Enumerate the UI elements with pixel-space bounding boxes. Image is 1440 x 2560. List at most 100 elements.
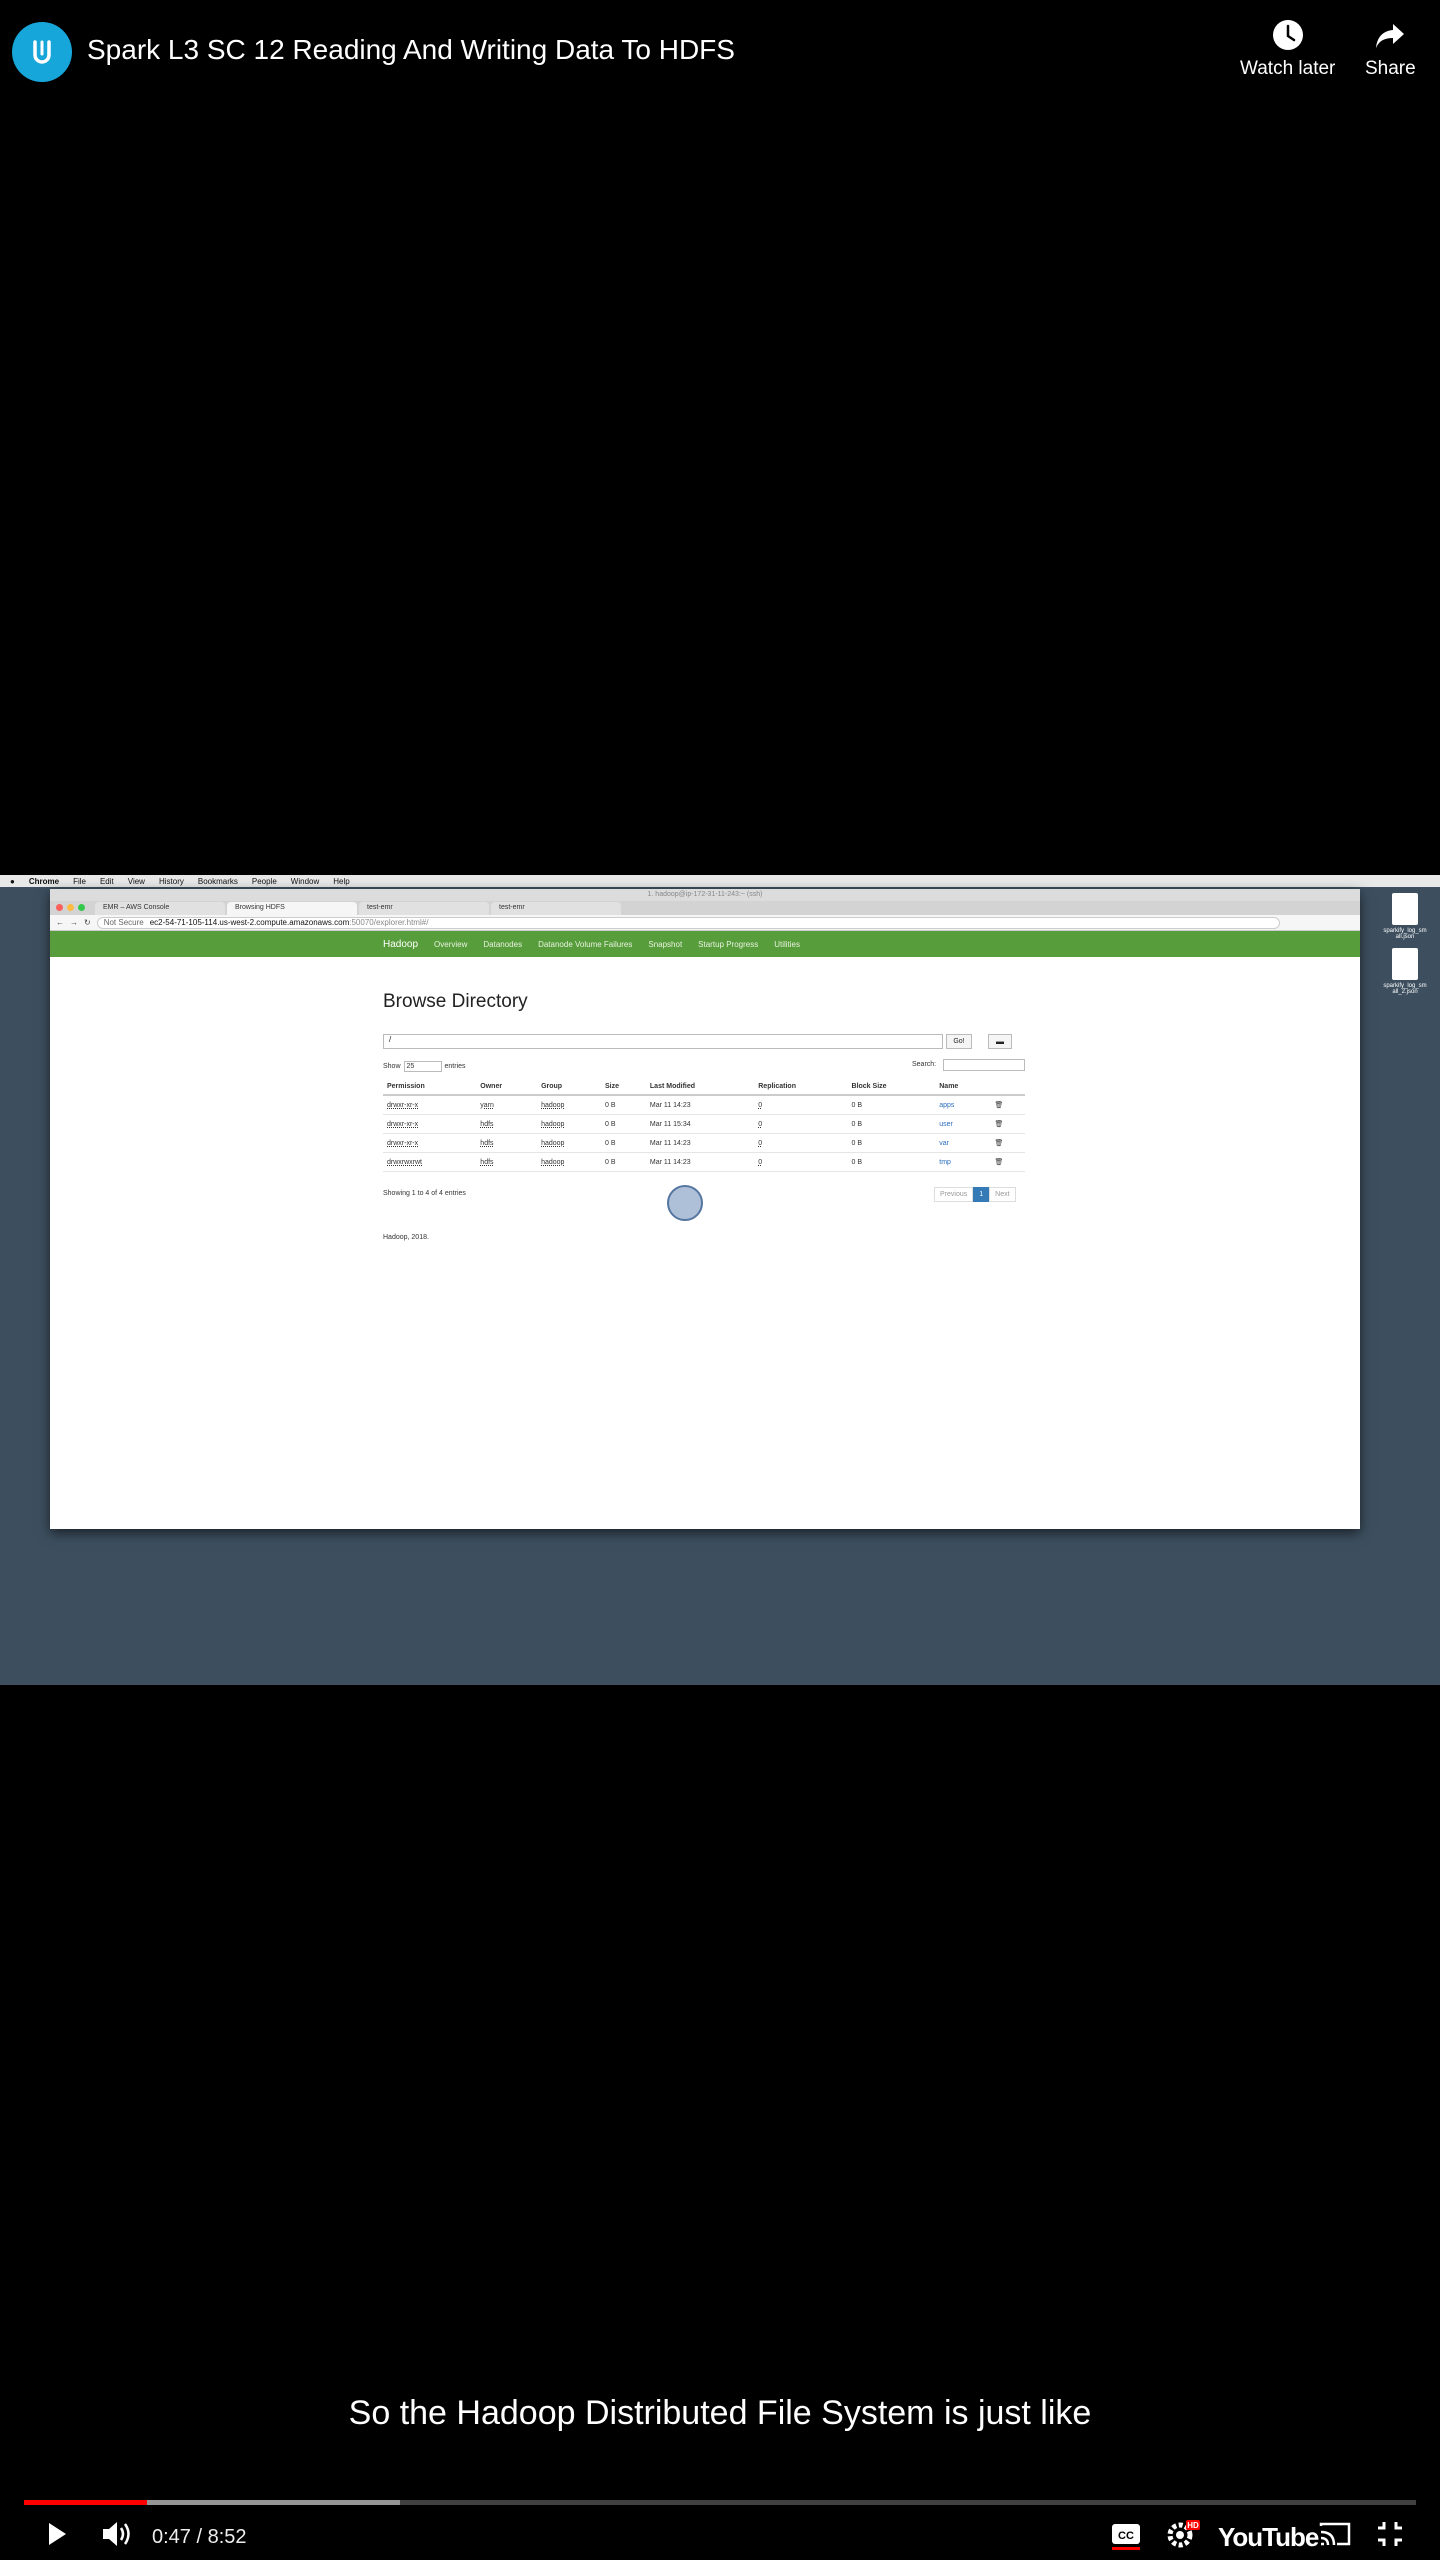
delete-icon[interactable]: 🗑: [990, 1114, 1025, 1134]
path-input[interactable]: /: [383, 1034, 943, 1049]
hadoop-brand[interactable]: Hadoop: [383, 939, 418, 950]
closed-captions-icon: CC: [1112, 2524, 1140, 2550]
cell-name-link[interactable]: tmp: [935, 1152, 991, 1172]
cell-replication: 0: [754, 1152, 848, 1172]
back-icon[interactable]: ←: [56, 918, 64, 927]
menubar-item: People: [251, 876, 277, 886]
cell-permission: drwxr-xr-x: [383, 1114, 477, 1134]
menubar-item: History: [158, 876, 184, 886]
cell-block-size: 0 B: [847, 1152, 936, 1172]
window-controls: [56, 904, 85, 911]
delete-icon[interactable]: 🗑: [990, 1133, 1025, 1153]
column-header[interactable]: Block Size: [847, 1079, 936, 1096]
entries-label: entries: [444, 1063, 466, 1070]
cell-size: 0 B: [601, 1152, 646, 1172]
cast-button[interactable]: [1318, 2518, 1352, 2555]
hadoop-page: Browse Directory / Go! ▬ Show 25 entries…: [50, 957, 1360, 1529]
exit-fullscreen-icon: [1378, 2522, 1402, 2546]
captions-button[interactable]: CC: [1110, 2518, 1142, 2555]
cell-permission: drwxr-xr-x: [383, 1095, 477, 1115]
video-frame[interactable]: ● Chrome File Edit View History Bookmark…: [0, 875, 1440, 1685]
desktop-file: sparkify_log_sm all_2.json: [1375, 948, 1435, 995]
cell-size: 0 B: [601, 1095, 646, 1115]
top-bar: Spark L3 SC 12 Reading And Writing Data …: [0, 0, 1440, 110]
forward-icon[interactable]: →: [70, 918, 78, 927]
close-dot-icon[interactable]: [56, 904, 63, 911]
column-header[interactable]: Owner: [476, 1079, 538, 1096]
menubar-item: Bookmarks: [197, 876, 238, 886]
directory-table: Permission Owner Group Size Last Modifie…: [383, 1079, 1025, 1172]
go-button[interactable]: Go!: [946, 1034, 972, 1049]
channel-logo[interactable]: [12, 22, 72, 82]
cell-permission: drwxrwxrwt: [383, 1152, 477, 1172]
table-row: drwxrwxrwt hdfs hadoop 0 B Mar 11 14:23 …: [383, 1152, 1025, 1172]
nav-item-startup-progress[interactable]: Startup Progress: [698, 940, 758, 949]
showing-entries-text: Showing 1 to 4 of 4 entries: [383, 1190, 466, 1197]
browser-tab[interactable]: EMR – AWS Console: [95, 902, 225, 915]
maximize-dot-icon[interactable]: [78, 904, 85, 911]
folder-button[interactable]: ▬: [988, 1034, 1012, 1049]
previous-button[interactable]: Previous: [934, 1187, 974, 1202]
hadoop-navbar: Hadoop Overview Datanodes Datanode Volum…: [50, 931, 1360, 957]
player-controls: 0:47 / 8:52 CC HD YouTube: [0, 2508, 1440, 2560]
column-header[interactable]: Size: [601, 1079, 646, 1096]
next-button[interactable]: Next: [989, 1187, 1016, 1202]
cell-size: 0 B: [601, 1114, 646, 1134]
url-host: ec2-54-71-105-114.us-west-2.compute.amaz…: [149, 918, 350, 927]
nav-item-overview[interactable]: Overview: [434, 940, 467, 949]
youtube-logo[interactable]: YouTube: [1218, 2522, 1319, 2553]
column-header[interactable]: Group: [537, 1079, 602, 1096]
minimize-dot-icon[interactable]: [67, 904, 74, 911]
delete-icon[interactable]: 🗑: [990, 1152, 1025, 1172]
watch-later-button[interactable]: Watch later: [1240, 18, 1335, 80]
browser-tab[interactable]: test-emr: [491, 902, 621, 915]
video-title[interactable]: Spark L3 SC 12 Reading And Writing Data …: [87, 34, 735, 66]
menubar-item: View: [127, 876, 145, 886]
cell-name-link[interactable]: user: [935, 1114, 991, 1134]
delete-icon[interactable]: 🗑: [990, 1095, 1025, 1115]
share-arrow-icon: [1376, 24, 1405, 48]
cell-name-link[interactable]: var: [935, 1133, 991, 1153]
play-button[interactable]: [40, 2518, 72, 2555]
folder-icon: ▬: [996, 1037, 1004, 1046]
nav-item-volume-failures[interactable]: Datanode Volume Failures: [538, 940, 632, 949]
entries-select[interactable]: 25: [403, 1061, 442, 1072]
clock-icon: [1272, 20, 1303, 50]
cell-block-size: 0 B: [847, 1095, 936, 1115]
settings-button[interactable]: HD: [1165, 2518, 1201, 2555]
cell-owner: hdfs: [476, 1133, 538, 1153]
address-field[interactable]: Not Secure ec2-54-71-105-114.us-west-2.c…: [96, 916, 1280, 929]
cell-name-link[interactable]: apps: [935, 1095, 991, 1115]
cell-modified: Mar 11 15:34: [645, 1114, 755, 1134]
column-header[interactable]: Permission: [383, 1079, 477, 1096]
hd-badge: HD: [1187, 2521, 1199, 2530]
nav-item-datanodes[interactable]: Datanodes: [483, 940, 522, 949]
cell-replication: 0: [754, 1095, 848, 1115]
cell-group: hadoop: [537, 1095, 602, 1115]
watch-later-label: Watch later: [1240, 58, 1336, 79]
browser-tab[interactable]: test-emr: [359, 902, 489, 915]
table-row: drwxr-xr-x hdfs hadoop 0 B Mar 11 14:23 …: [383, 1133, 1025, 1153]
column-header[interactable]: Last Modified: [645, 1079, 755, 1096]
nav-item-utilities[interactable]: Utilities: [774, 940, 800, 949]
share-button[interactable]: Share: [1365, 18, 1416, 80]
progress-bar[interactable]: [24, 2500, 1416, 2505]
exit-fullscreen-button[interactable]: [1374, 2518, 1406, 2555]
column-header[interactable]: Name: [935, 1079, 991, 1096]
cast-icon: [1319, 2522, 1351, 2546]
desktop-icons: sparkify_log_sm all.json sparkify_log_sm…: [1370, 893, 1440, 1003]
url-rest: :50070/explorer.html#/: [349, 918, 429, 927]
browser-tab-active[interactable]: Browsing HDFS: [227, 902, 357, 915]
column-header[interactable]: Replication: [754, 1079, 848, 1096]
subtitle-caption: So the Hadoop Distributed File System is…: [348, 2394, 1092, 2432]
reload-icon[interactable]: ↻: [84, 918, 91, 927]
volume-button[interactable]: [100, 2518, 134, 2555]
page-title: Browse Directory: [383, 991, 528, 1012]
search-input[interactable]: [943, 1059, 1025, 1071]
cell-size: 0 B: [601, 1133, 646, 1153]
cell-group: hadoop: [537, 1133, 602, 1153]
column-header-actions: [990, 1079, 1025, 1096]
page-1-button[interactable]: 1: [973, 1187, 990, 1202]
time-display: 0:47 / 8:52: [152, 2526, 247, 2548]
nav-item-snapshot[interactable]: Snapshot: [648, 940, 682, 949]
